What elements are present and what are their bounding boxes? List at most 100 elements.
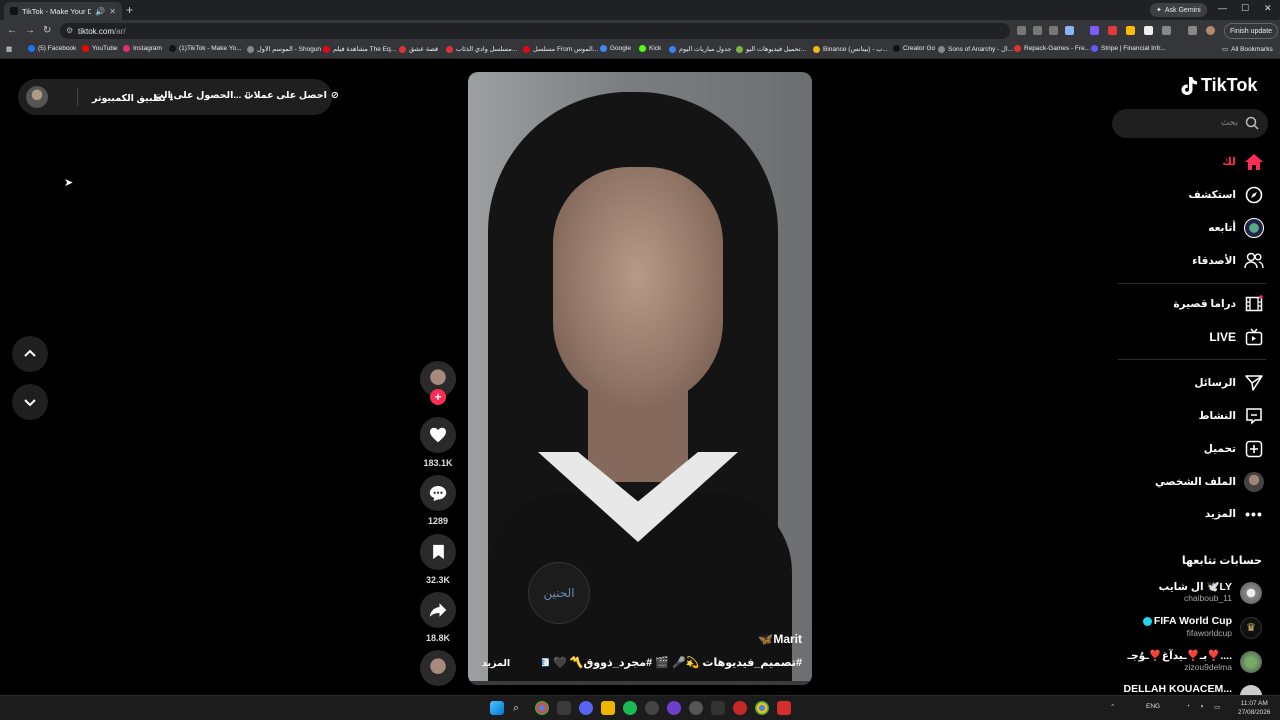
language-indicator[interactable]: ENG <box>1146 703 1160 710</box>
bookmark-item[interactable]: Sons of Anarchy - ال... <box>938 45 1013 53</box>
search-input[interactable]: بحث <box>1112 109 1268 138</box>
like-button[interactable] <box>420 417 456 453</box>
apps-grid-icon[interactable]: ▦ <box>6 45 12 53</box>
nav-friends[interactable]: الأصدقاء <box>1192 249 1264 273</box>
tray-overflow-icon[interactable]: ⌃ <box>1110 703 1115 711</box>
maximize-icon[interactable]: ☐ <box>1241 3 1249 14</box>
bookmark-item[interactable]: (1)TikTok - Make Yo... <box>169 45 242 52</box>
bookmark-item[interactable]: Creator Go <box>893 45 935 52</box>
bookmark-item[interactable]: Repack-Games - Fre... <box>1014 45 1090 52</box>
spotify-icon[interactable] <box>623 701 637 715</box>
nav-more[interactable]: ••• المزيد <box>1205 502 1264 526</box>
nav-upload[interactable]: تحميل <box>1204 437 1264 461</box>
xbox-icon[interactable] <box>711 701 725 715</box>
chrome-icon[interactable] <box>535 701 549 715</box>
app-icon[interactable] <box>733 701 747 715</box>
volume-icon[interactable]: ◖ <box>1200 703 1204 710</box>
bookmark-item[interactable]: Kick <box>639 45 661 52</box>
new-tab-button[interactable]: + <box>126 3 133 17</box>
app-icon[interactable] <box>667 701 681 715</box>
translate-icon[interactable] <box>1017 26 1026 35</box>
nav-activity[interactable]: النشاط <box>1199 404 1264 428</box>
nav-profile[interactable]: الملف الشخصي <box>1155 470 1264 494</box>
reload-icon[interactable]: ↻ <box>43 25 51 37</box>
bookmark-item[interactable]: مشاهدة فيلم The Eq... <box>323 45 396 53</box>
chrome-icon[interactable] <box>755 701 769 715</box>
all-bookmarks-button[interactable]: ▭ All Bookmarks <box>1222 45 1273 54</box>
bookmark-item[interactable]: (5) Facebook <box>28 45 76 52</box>
following-account[interactable]: ال شايب 🕊️LY chaiboub_11 <box>1112 580 1262 606</box>
bookmark-item[interactable]: Stripe | Financial Infr... <box>1091 45 1166 52</box>
bookmark-item[interactable]: مسلسل From الموس... <box>523 45 598 53</box>
comment-button[interactable] <box>420 475 456 511</box>
file-explorer-icon[interactable] <box>601 701 615 715</box>
extension-icon[interactable] <box>1126 26 1135 35</box>
bookmark-item[interactable]: Binance (بينانس) - ب... <box>813 45 888 53</box>
discord-icon[interactable] <box>579 701 593 715</box>
following-account[interactable]: DELLAH KOUACEM... <box>1112 683 1262 695</box>
system-clock[interactable]: 11:07 AM 27/08/2026 <box>1238 699 1271 717</box>
bookmark-item[interactable]: YouTube <box>82 45 118 52</box>
app-icon[interactable] <box>689 701 703 715</box>
sound-disc-avatar[interactable] <box>420 650 456 686</box>
profile-avatar[interactable] <box>1206 26 1215 35</box>
get-coins-button[interactable]: احصل على عملات ⊘ <box>244 90 339 101</box>
extension-icon[interactable] <box>1090 26 1099 35</box>
site-info-icon[interactable]: ⚙ <box>66 26 73 35</box>
nav-for-you[interactable]: لك <box>1222 150 1264 174</box>
windows-start-icon[interactable] <box>490 701 504 715</box>
cast-icon[interactable] <box>1033 26 1042 35</box>
save-button[interactable] <box>420 534 456 570</box>
tab-close-icon[interactable]: ✕ <box>109 7 116 16</box>
nav-messages[interactable]: الرسائل <box>1194 371 1264 395</box>
bookmark-item[interactable]: الموسم الاول - Shogun <box>247 45 321 53</box>
battery-icon[interactable]: ▭ <box>1214 703 1220 711</box>
bookmark-item[interactable]: Google <box>600 45 631 52</box>
video-hashtags[interactable]: #تصميم_فيديوهات 💫🎤 🎬 #مجرد_ذووق〽️ 🖤 📧 #ح… <box>542 656 802 669</box>
extension-icon[interactable] <box>1144 26 1153 35</box>
following-account[interactable]: ♛ FIFA World Cup fifaworldcup <box>1112 615 1262 641</box>
nav-explore[interactable]: استكشف <box>1188 183 1264 207</box>
extensions-puzzle-icon[interactable] <box>1162 26 1171 35</box>
previous-video-button[interactable] <box>12 336 48 372</box>
bookmark-item[interactable]: Instagram <box>123 45 162 52</box>
caption-more-button[interactable]: المزيد <box>482 658 510 669</box>
search-icon[interactable] <box>1245 116 1259 130</box>
extension-icon[interactable] <box>1108 26 1117 35</box>
address-bar[interactable]: ⚙ tiktok.com/ar/ <box>60 23 1010 39</box>
search-icon[interactable]: ⌕ <box>513 701 527 715</box>
user-avatar[interactable] <box>26 86 48 108</box>
minimize-icon[interactable]: — <box>1218 3 1227 13</box>
video-player[interactable]: الحنين Marit🦋 #تصميم_فيديوهات 💫🎤 🎬 #مجرد… <box>468 72 812 685</box>
nav-live[interactable]: LIVE <box>1209 325 1264 349</box>
video-progress-bar[interactable] <box>468 681 812 685</box>
speaker-icon[interactable]: 🔊 <box>95 7 105 16</box>
bookmark-item[interactable]: تحميل فيديوهات اليو... <box>736 45 806 53</box>
get-app-button[interactable]: الحصول على الت... ▯ <box>154 90 251 101</box>
bookmark-item[interactable]: مسلسل وادي الذئاب... <box>446 45 517 53</box>
sidebar-icon[interactable] <box>1188 26 1197 35</box>
app-icon[interactable] <box>645 701 659 715</box>
following-account[interactable]: بـ❣️ـيدآغ❣️ـوُجـ❣️.... zizou9delma <box>1112 649 1262 675</box>
video-author-title[interactable]: Marit🦋 <box>758 632 802 646</box>
nav-short-drama[interactable]: دراما قصيرة <box>1173 292 1264 316</box>
bookmark-item[interactable]: جدول مباريات اليوم <box>669 45 732 53</box>
app-icon[interactable] <box>777 701 791 715</box>
nav-following[interactable]: أتابعه <box>1208 216 1264 240</box>
bookmark-star-icon[interactable] <box>1065 26 1074 35</box>
finish-update-button[interactable]: Finish update <box>1224 23 1279 39</box>
follow-plus-button[interactable]: + <box>430 389 446 405</box>
tiktok-logo[interactable]: TikTok <box>1180 75 1257 96</box>
window-close-icon[interactable]: ✕ <box>1264 3 1272 14</box>
bookmark-item[interactable]: قصة عشق <box>399 45 438 53</box>
ask-gemini-button[interactable]: ✦ Ask Gemini <box>1150 3 1207 17</box>
taskview-icon[interactable] <box>557 701 571 715</box>
forward-icon[interactable]: → <box>25 25 35 37</box>
wifi-icon[interactable]: ◔ <box>1186 703 1190 710</box>
next-video-button[interactable] <box>12 384 48 420</box>
browser-tab[interactable]: TikTok - Make Your Day 🔊 ✕ <box>4 2 122 20</box>
zoom-icon[interactable] <box>1049 26 1058 35</box>
share-button[interactable] <box>420 592 456 628</box>
compass-icon <box>1245 186 1263 204</box>
back-icon[interactable]: ← <box>7 25 17 37</box>
